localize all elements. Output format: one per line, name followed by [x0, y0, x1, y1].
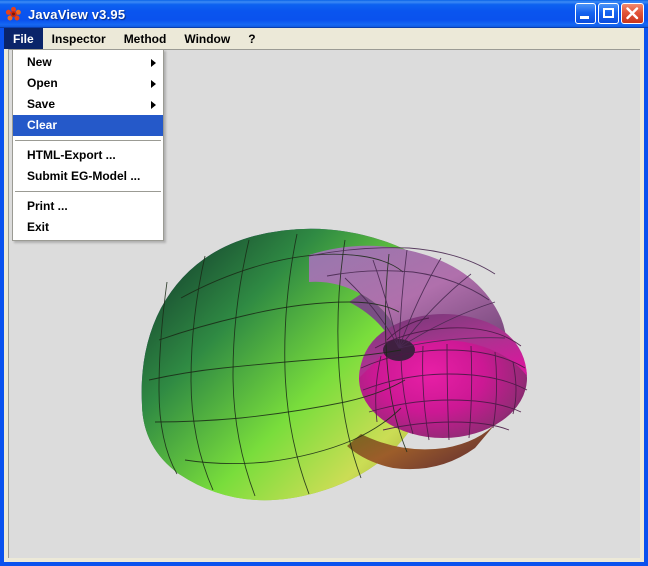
menu-separator — [15, 140, 161, 141]
chevron-right-icon — [151, 58, 156, 67]
menu-item-submit-eg-model[interactable]: Submit EG-Model ... — [13, 166, 163, 187]
menubar-item-file[interactable]: File — [4, 28, 43, 49]
menu-item-submit-eg-model-label: Submit EG-Model ... — [27, 169, 141, 183]
javaview-flower-icon — [5, 6, 22, 23]
menubar-item-inspector[interactable]: Inspector — [43, 28, 115, 49]
window-inner-area: File Inspector Method Window ? New Open … — [4, 28, 644, 562]
menu-item-open[interactable]: Open — [13, 73, 163, 94]
menu-item-exit-label: Exit — [27, 220, 50, 234]
menu-item-new-label: New — [27, 55, 52, 69]
menubar-item-method-label: Method — [123, 31, 167, 46]
menu-item-exit[interactable]: Exit — [13, 217, 163, 238]
shell-spiral-head — [359, 314, 527, 438]
minimize-button[interactable] — [575, 3, 596, 24]
menu-bar: File Inspector Method Window ? — [4, 28, 644, 49]
menu-item-save[interactable]: Save — [13, 94, 163, 115]
menu-item-clear[interactable]: Clear — [13, 115, 163, 136]
menubar-item-inspector-label: Inspector — [51, 31, 106, 46]
menubar-item-window-label: Window — [184, 31, 231, 46]
file-dropdown-menu: New Open Save Clear HTML-Export ... Subm… — [12, 49, 164, 241]
title-bar: JavaView v3.95 — [0, 0, 648, 28]
menubar-item-file-label: File — [13, 31, 34, 46]
menu-separator — [15, 191, 161, 192]
window-controls — [575, 3, 644, 24]
window-title: JavaView v3.95 — [28, 6, 126, 22]
menubar-item-help-label: ? — [248, 31, 256, 46]
menu-item-new[interactable]: New — [13, 52, 163, 73]
window-frame: File Inspector Method Window ? New Open … — [0, 28, 648, 566]
menubar-item-method[interactable]: Method — [115, 28, 176, 49]
chevron-right-icon — [151, 79, 156, 88]
chevron-right-icon — [151, 100, 156, 109]
menubar-item-window[interactable]: Window — [175, 28, 239, 49]
menu-item-print[interactable]: Print ... — [13, 196, 163, 217]
menu-item-html-export-label: HTML-Export ... — [27, 148, 116, 162]
menu-item-print-label: Print ... — [27, 199, 68, 213]
menu-item-save-label: Save — [27, 97, 56, 111]
maximize-button[interactable] — [598, 3, 619, 24]
menu-item-clear-label: Clear — [27, 118, 58, 132]
javaview-application-window: JavaView v3.95 File Inspector Method Win… — [0, 0, 648, 566]
menubar-item-help[interactable]: ? — [239, 28, 264, 49]
menu-item-html-export[interactable]: HTML-Export ... — [13, 145, 163, 166]
close-button[interactable] — [621, 3, 644, 24]
menu-item-open-label: Open — [27, 76, 58, 90]
